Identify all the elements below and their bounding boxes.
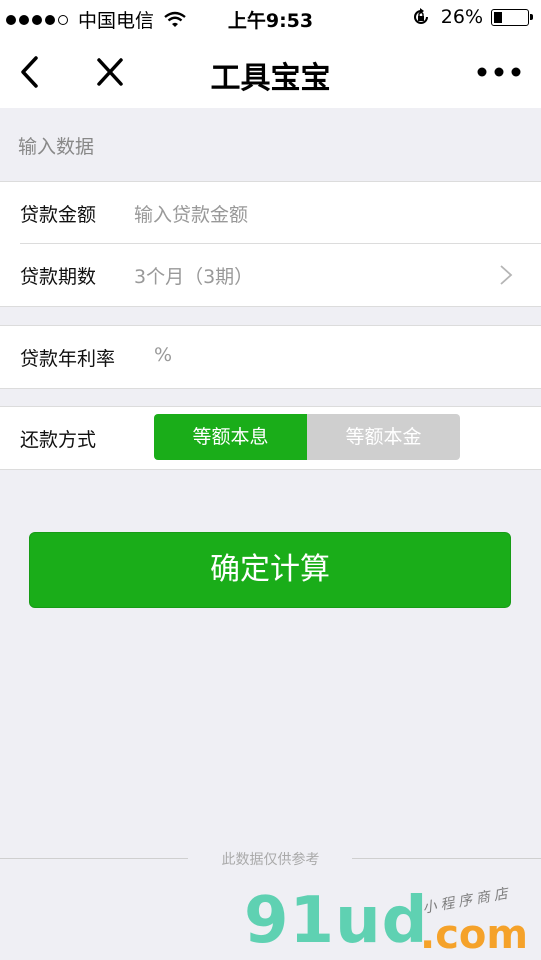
battery-icon: [491, 8, 533, 26]
loan-term-label: 贷款期数: [20, 266, 97, 288]
interest-rate-row[interactable]: 贷款年利率 %: [0, 326, 541, 388]
repayment-row: 还款方式 等额本息 等额本金: [0, 407, 541, 469]
watermark-logo: 91ud 小程序商店 .com: [244, 884, 534, 960]
chevron-right-icon: [500, 265, 513, 285]
watermark-main: 91ud: [244, 884, 429, 958]
loan-amount-input[interactable]: 输入贷款金额: [134, 200, 248, 227]
page-title: 工具宝宝: [210, 61, 331, 96]
loan-amount-label: 贷款金额: [20, 204, 97, 226]
section-header: 输入数据: [0, 108, 541, 182]
footer-divider-right: [352, 858, 541, 859]
loan-card: 贷款金额 输入贷款金额 贷款期数 3个月（3期）: [0, 181, 541, 307]
loan-term-value[interactable]: 3个月（3期）: [134, 262, 253, 289]
watermark-suffix: .com: [420, 912, 529, 958]
repayment-option-equal-principal[interactable]: 等额本金: [307, 414, 460, 460]
rate-card: 贷款年利率 %: [0, 325, 541, 389]
interest-rate-label: 贷款年利率: [20, 348, 116, 370]
more-icon[interactable]: [477, 62, 521, 82]
footer-note-text: 此数据仅供参考: [221, 852, 320, 868]
repayment-card: 还款方式 等额本息 等额本金: [0, 406, 541, 470]
status-bar: 中国电信 上午9:53 26%: [0, 0, 541, 36]
repayment-segmented-control: 等额本息 等额本金: [154, 414, 460, 460]
repayment-label: 还款方式: [20, 429, 97, 451]
footer-note: 此数据仅供参考: [0, 848, 541, 868]
loan-term-row[interactable]: 贷款期数 3个月（3期）: [0, 244, 541, 306]
battery-percent: 26%: [440, 6, 483, 28]
nav-bar: 工具宝宝: [0, 36, 541, 108]
battery-fill: [494, 11, 502, 23]
status-right: 26%: [411, 6, 533, 28]
calculate-button[interactable]: 确定计算: [29, 532, 511, 608]
loan-amount-row[interactable]: 贷款金额 输入贷款金额: [0, 182, 541, 244]
orientation-lock-icon: [413, 8, 428, 24]
repayment-option-equal-installment[interactable]: 等额本息: [154, 414, 307, 460]
interest-rate-input[interactable]: %: [154, 344, 172, 366]
section-title: 输入数据: [18, 136, 95, 158]
